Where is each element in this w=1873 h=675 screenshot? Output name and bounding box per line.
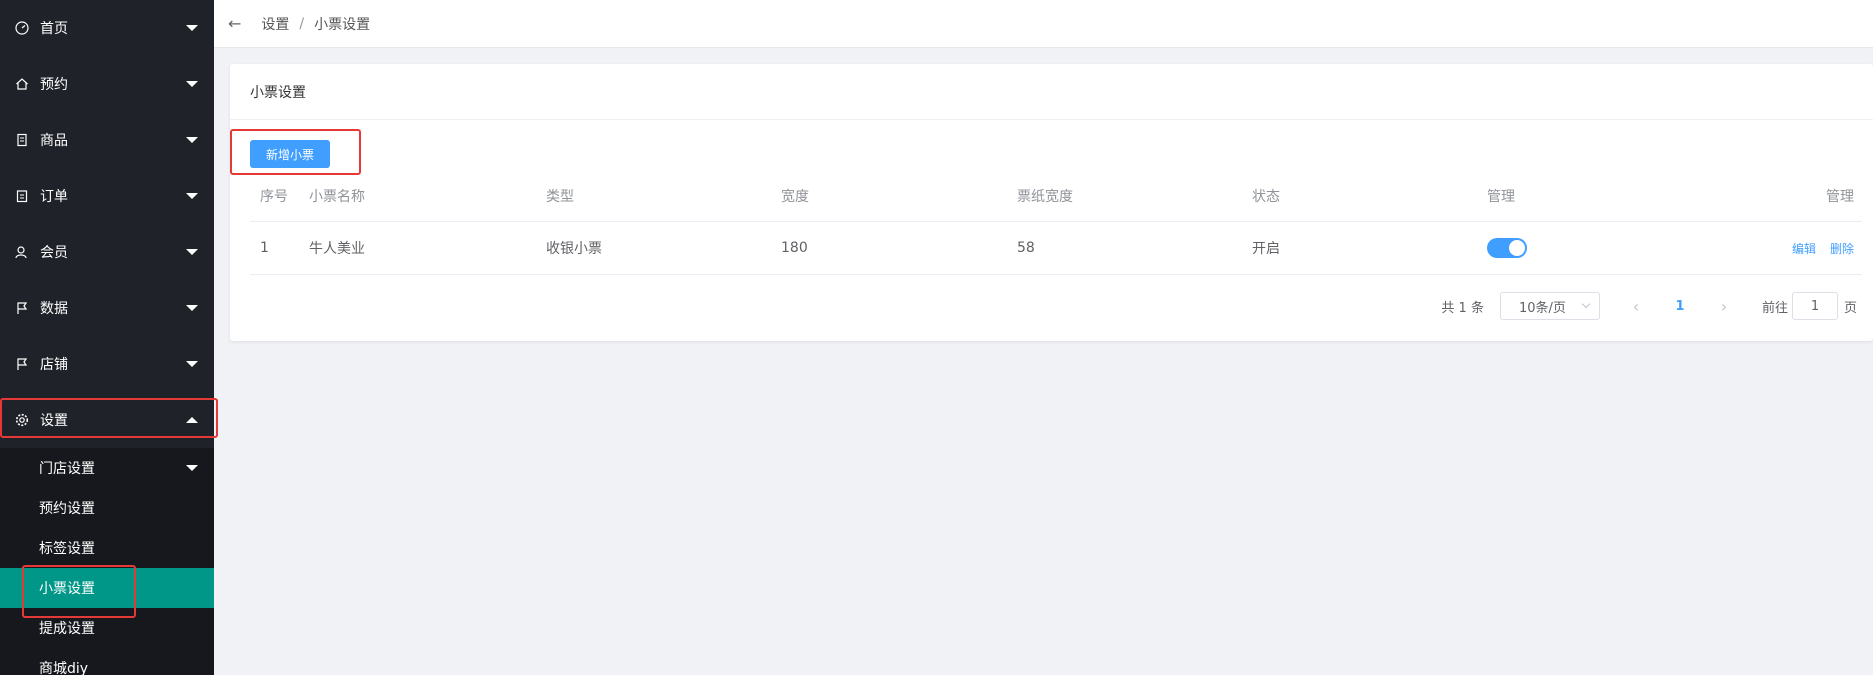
col-header-manage-toggle: 管理 (1487, 188, 1515, 205)
sub-item-mall-diy[interactable]: 商城diy (0, 648, 214, 675)
cell-actions: 编辑 删除 (1778, 222, 1854, 274)
menu-label: 订单 (40, 189, 68, 205)
menu-label: 设置 (40, 413, 68, 429)
menu-item-booking[interactable]: 预约 (0, 56, 214, 112)
cell-type: 收银小票 (546, 241, 602, 257)
menu-label: 首页 (40, 21, 68, 37)
dashboard-icon (14, 20, 30, 36)
caret-down-icon (186, 305, 198, 311)
table-row: 1 牛人美业 收银小票 180 58 开启 编辑 删除 (250, 222, 1862, 275)
caret-down-icon (186, 249, 198, 255)
breadcrumb-parent[interactable]: 设置 (261, 14, 289, 34)
next-page-button[interactable]: › (1706, 292, 1742, 320)
chevron-down-icon (1581, 299, 1591, 309)
page-label: 页 (1843, 300, 1857, 316)
gear-icon (14, 412, 30, 428)
col-header-type: 类型 (546, 188, 574, 205)
col-header-manage-actions: 管理 (1826, 188, 1854, 205)
menu-item-products[interactable]: 商品 (0, 112, 214, 168)
caret-down-icon (186, 25, 198, 31)
document-icon (14, 132, 30, 148)
menu-item-settings[interactable]: 设置 (0, 392, 214, 448)
caret-up-icon (186, 417, 198, 423)
edit-link[interactable]: 编辑 (1792, 240, 1816, 257)
top-header: ← 设置 / 小票设置 (214, 0, 1873, 48)
sub-item-booking-settings[interactable]: 预约设置 (0, 488, 214, 528)
cell-paper-width: 58 (1017, 240, 1035, 256)
caret-down-icon (186, 361, 198, 367)
cell-name: 牛人美业 (309, 241, 365, 257)
sub-item-tag-settings[interactable]: 标签设置 (0, 528, 214, 568)
menu-label: 会员 (40, 245, 68, 261)
home-icon (14, 76, 30, 92)
sub-item-label: 门店设置 (39, 461, 95, 477)
clipboard-icon (14, 188, 30, 204)
col-header-width: 宽度 (781, 188, 809, 205)
card-title: 小票设置 (230, 64, 1873, 120)
menu-item-data[interactable]: 数据 (0, 280, 214, 336)
menu-item-orders[interactable]: 订单 (0, 168, 214, 224)
table-header-row: 序号 小票名称 类型 宽度 票纸宽度 状态 管理 管理 (250, 170, 1862, 222)
toggle-knob (1509, 240, 1525, 256)
prev-page-button[interactable]: ‹ (1618, 292, 1654, 320)
sub-item-commission-settings[interactable]: 提成设置 (0, 608, 214, 648)
col-header-name: 小票名称 (309, 188, 365, 205)
sub-item-label: 预约设置 (39, 501, 95, 517)
col-header-index: 序号 (260, 188, 288, 205)
settings-submenu: 门店设置 预约设置 标签设置 小票设置 提成设置 商城diy (0, 448, 214, 675)
cell-status: 开启 (1252, 241, 1280, 257)
caret-down-icon (186, 193, 198, 199)
menu-item-store[interactable]: 店铺 (0, 336, 214, 392)
sub-item-label: 小票设置 (39, 581, 95, 597)
flag-icon (14, 300, 30, 316)
col-header-paper-width: 票纸宽度 (1017, 188, 1073, 205)
sidebar: 首页 预约 商品 订单 会员 数据 店铺 设置 门店设置 预约设置 标签设置 小… (0, 0, 214, 675)
menu-label: 商品 (40, 133, 68, 149)
cell-toggle (1487, 222, 1527, 274)
menu-label: 数据 (40, 301, 68, 317)
menu-item-members[interactable]: 会员 (0, 224, 214, 280)
breadcrumb-separator: / (299, 15, 305, 32)
back-arrow-icon[interactable]: ← (228, 14, 241, 33)
sub-item-store-settings[interactable]: 门店设置 (0, 448, 214, 488)
pagination: 共 1 条 10条/页 ‹ 1 › 前往 页 (1441, 292, 1857, 320)
caret-down-icon (186, 137, 198, 143)
sub-item-receipt-settings[interactable]: 小票设置 (0, 568, 214, 608)
pagination-total: 共 1 条 (1441, 300, 1484, 316)
status-toggle-switch[interactable] (1487, 238, 1527, 258)
sub-item-label: 商城diy (39, 661, 89, 675)
sub-item-label: 提成设置 (39, 621, 95, 637)
menu-label: 店铺 (40, 357, 68, 373)
user-icon (14, 244, 30, 260)
page-number-current[interactable]: 1 (1662, 292, 1698, 320)
goto-page-input[interactable] (1791, 292, 1838, 320)
page-size-value: 10条/页 (1518, 300, 1566, 316)
goto-label: 前往 (1761, 300, 1788, 316)
caret-down-icon (186, 81, 198, 87)
col-header-status: 状态 (1252, 188, 1280, 205)
cell-index: 1 (260, 240, 269, 256)
sub-item-label: 标签设置 (39, 541, 95, 557)
menu-item-home[interactable]: 首页 (0, 0, 214, 56)
caret-down-icon (186, 465, 198, 471)
menu-label: 预约 (40, 77, 68, 93)
flag-icon (14, 356, 30, 372)
delete-link[interactable]: 删除 (1830, 240, 1854, 257)
receipt-settings-card: 小票设置 新增小票 序号 小票名称 类型 宽度 票纸宽度 状态 管理 管理 1 … (230, 64, 1873, 341)
cell-width: 180 (781, 240, 808, 256)
add-receipt-button[interactable]: 新增小票 (250, 140, 330, 168)
page-size-select[interactable]: 10条/页 (1499, 292, 1600, 320)
breadcrumb-current: 小票设置 (314, 16, 371, 33)
receipt-table: 序号 小票名称 类型 宽度 票纸宽度 状态 管理 管理 1 牛人美业 收银小票 … (250, 170, 1862, 275)
